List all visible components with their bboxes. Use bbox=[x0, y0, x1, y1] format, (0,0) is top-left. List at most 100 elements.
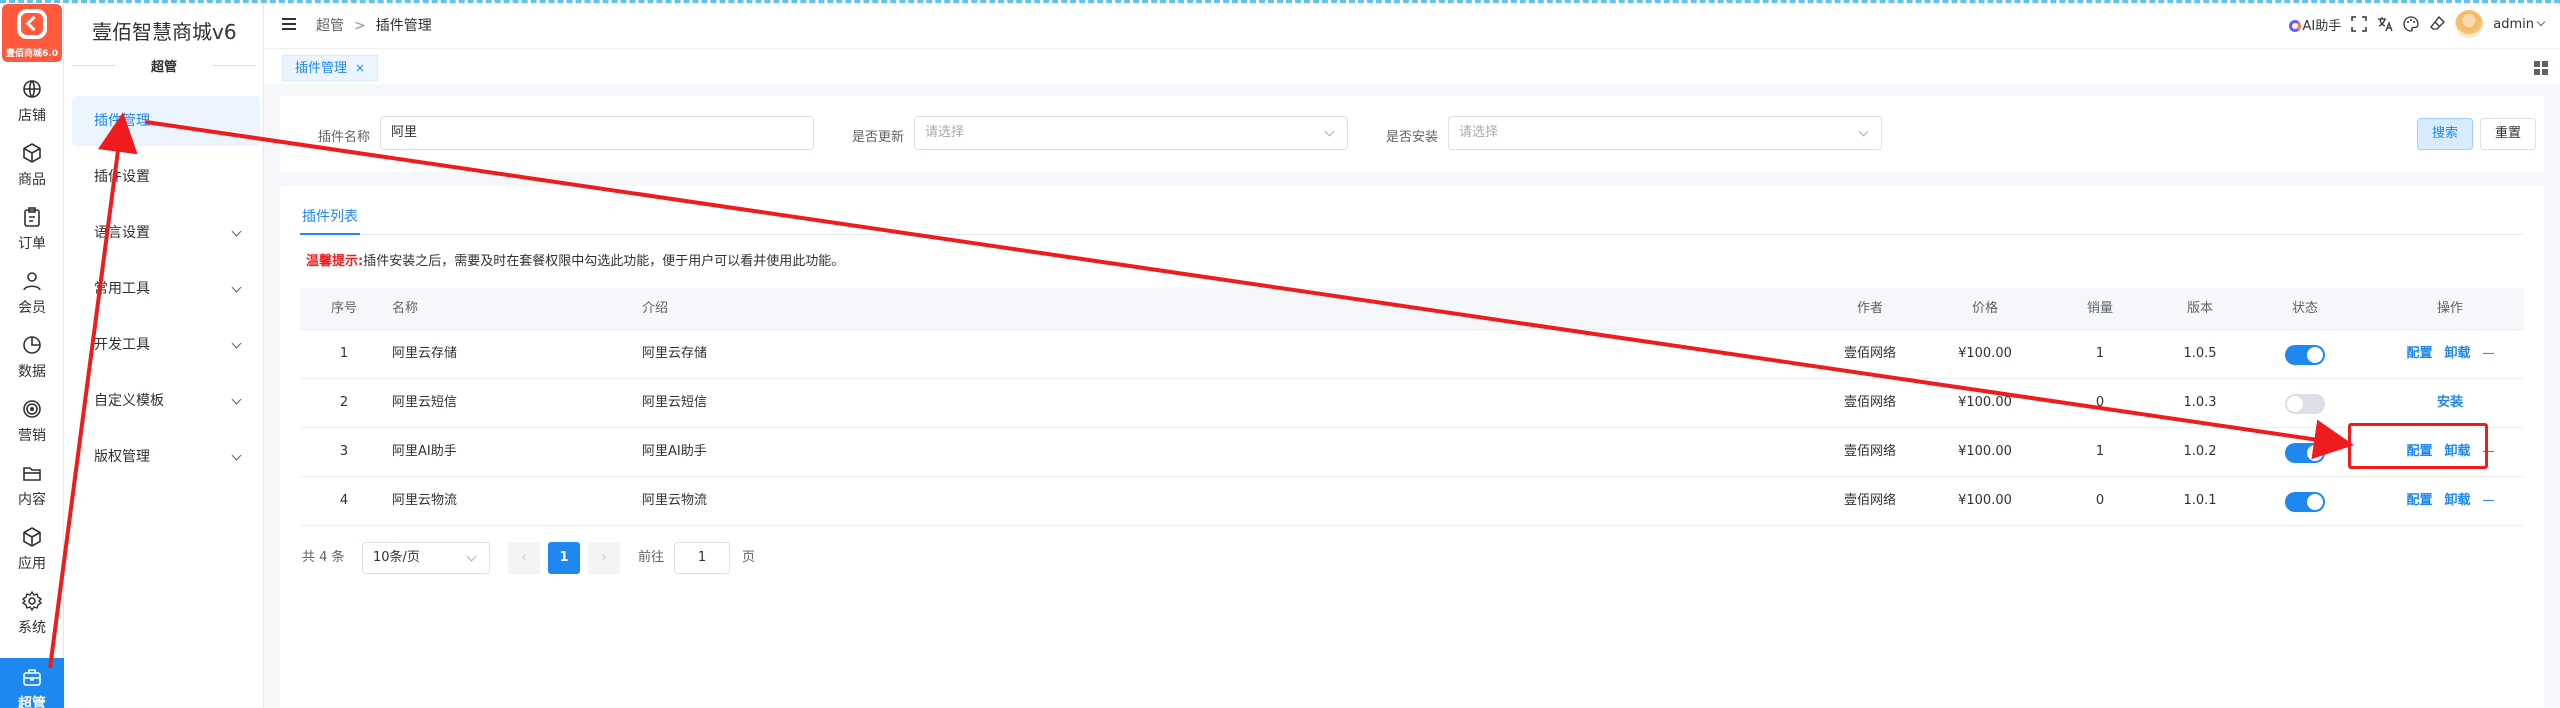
target-icon bbox=[23, 400, 41, 418]
translate-icon[interactable] bbox=[2377, 16, 2393, 32]
cell-author: 壹佰网络 bbox=[1843, 493, 1896, 508]
page-number-current[interactable]: 1 bbox=[548, 542, 580, 574]
chevron-down-icon bbox=[231, 282, 242, 293]
close-icon[interactable]: × bbox=[355, 61, 365, 75]
is-updated-placeholder: 请选择 bbox=[925, 125, 965, 140]
status-toggle[interactable] bbox=[2285, 443, 2325, 463]
goto-label: 前往 bbox=[638, 550, 665, 565]
theme-palette-icon[interactable] bbox=[2403, 16, 2419, 32]
column-header: 价格 bbox=[1971, 301, 1998, 316]
plugin-name-input[interactable]: 阿里 bbox=[380, 116, 814, 150]
rail-item[interactable]: 商品 bbox=[0, 134, 64, 196]
rail-item-label: 营销 bbox=[18, 428, 46, 444]
cell-version: 1.0.1 bbox=[2183, 493, 2217, 508]
menu-item[interactable]: 常用工具 bbox=[72, 264, 260, 314]
rail-item-label: 内容 bbox=[18, 492, 46, 508]
menu-item[interactable]: 开发工具 bbox=[72, 320, 260, 370]
cell-author: 壹佰网络 bbox=[1843, 395, 1896, 410]
breadcrumb-root[interactable]: 超管 bbox=[316, 18, 344, 34]
active-tab-indicator bbox=[300, 233, 360, 235]
is-updated-select[interactable]: 请选择 bbox=[914, 116, 1348, 150]
menu-item[interactable]: 自定义模板 bbox=[72, 376, 260, 426]
tip-key: 温馨提示: bbox=[306, 254, 364, 269]
status-toggle[interactable] bbox=[2285, 345, 2325, 365]
chevron-down-icon bbox=[231, 338, 242, 349]
is-updated-label: 是否更新 bbox=[852, 130, 905, 145]
cell-author: 壹佰网络 bbox=[1843, 444, 1896, 459]
reset-button[interactable]: 重置 bbox=[2480, 118, 2537, 150]
cell-price: ¥100.00 bbox=[1958, 493, 2012, 508]
filter-panel: 插件名称 阿里 是否更新 请选择 是否安装 请选择 搜索 重置 bbox=[280, 96, 2544, 172]
tab-plugin-management[interactable]: 插件管理 × bbox=[282, 55, 379, 81]
next-page-button[interactable]: › bbox=[588, 542, 620, 574]
logo-text: 壹佰商城6.0 bbox=[6, 49, 58, 59]
prev-page-button[interactable]: ‹ bbox=[508, 542, 540, 574]
user-menu[interactable]: admin bbox=[2493, 17, 2546, 32]
ai-assistant-button[interactable]: AI助手 bbox=[2288, 15, 2341, 34]
rail-item[interactable]: 数据 bbox=[0, 326, 64, 388]
tab-divider bbox=[300, 234, 2524, 235]
rail-item[interactable]: 超管 bbox=[0, 658, 64, 708]
menu-item[interactable]: 语言设置 bbox=[72, 208, 260, 258]
menu-toggle-icon[interactable] bbox=[282, 18, 296, 30]
status-toggle[interactable] bbox=[2285, 394, 2325, 414]
cell-price: ¥100.00 bbox=[1958, 395, 2012, 410]
tab-plugin-list[interactable]: 插件列表 bbox=[302, 206, 358, 226]
menu-item-label: 插件设置 bbox=[94, 169, 150, 185]
menu-item[interactable]: 插件设置 bbox=[72, 152, 260, 202]
page-size-select[interactable]: 10条/页 bbox=[362, 542, 490, 574]
cell-intro: 阿里云物流 bbox=[642, 493, 708, 508]
briefcase-icon bbox=[23, 669, 41, 686]
plugin-list-card: 插件列表 温馨提示:插件安装之后，需要及时在套餐权限中勾选此功能，便于用户可以看… bbox=[280, 186, 2544, 708]
cell-actions: 配置 卸载 --- bbox=[2390, 477, 2510, 525]
configure-link[interactable]: 配置 bbox=[2406, 346, 2432, 361]
rail-item-label: 超管 bbox=[18, 696, 46, 708]
grid-menu-icon[interactable] bbox=[2534, 61, 2548, 75]
cell-version: 1.0.3 bbox=[2183, 395, 2217, 410]
cell-price: ¥100.00 bbox=[1958, 444, 2012, 459]
rail-item[interactable]: 会员 bbox=[0, 262, 64, 324]
rail-item[interactable]: 订单 bbox=[0, 198, 64, 260]
rail-item[interactable]: 营销 bbox=[0, 390, 64, 452]
clear-cache-icon[interactable] bbox=[2429, 16, 2446, 32]
cell-intro: 阿里云短信 bbox=[642, 395, 708, 410]
fullscreen-icon[interactable] bbox=[2351, 16, 2368, 32]
goto-page-input[interactable]: 1 bbox=[674, 542, 730, 574]
uninstall-link[interactable]: 卸载 bbox=[2444, 493, 2470, 508]
cell-actions: 配置 卸载 --- bbox=[2390, 330, 2510, 378]
user-icon bbox=[23, 272, 41, 291]
cell-name: 阿里云短信 bbox=[392, 395, 458, 410]
status-toggle[interactable] bbox=[2285, 492, 2325, 512]
menu-item-label: 插件管理 bbox=[94, 113, 150, 129]
globe-icon bbox=[23, 80, 41, 98]
rail-item[interactable]: 内容 bbox=[0, 454, 64, 516]
rail-item-label: 订单 bbox=[18, 236, 46, 252]
avatar[interactable] bbox=[2455, 10, 2484, 38]
install-link[interactable]: 安装 bbox=[2437, 395, 2463, 410]
menu-item-label: 常用工具 bbox=[94, 281, 150, 297]
uninstall-link[interactable]: 卸载 bbox=[2444, 346, 2470, 361]
chevron-down-icon bbox=[2536, 17, 2546, 26]
cell-sales: 1 bbox=[2095, 444, 2105, 459]
cell-no: 3 bbox=[339, 444, 349, 459]
rail-item-label: 会员 bbox=[18, 300, 46, 316]
configure-link[interactable]: 配置 bbox=[2406, 493, 2432, 508]
rail-item[interactable]: 系统 bbox=[0, 582, 64, 644]
pie-chart-icon bbox=[23, 336, 41, 354]
cell-version: 1.0.5 bbox=[2183, 346, 2217, 361]
cell-name: 阿里AI助手 bbox=[392, 444, 457, 459]
is-installed-select[interactable]: 请选择 bbox=[1448, 116, 1882, 150]
more-actions-link[interactable]: --- bbox=[2482, 346, 2494, 361]
app-logo[interactable]: 壹佰商城6.0 bbox=[2, 4, 62, 62]
menu-item[interactable]: 版权管理 bbox=[72, 432, 260, 482]
search-button[interactable]: 搜索 bbox=[2417, 118, 2474, 150]
cell-sales: 0 bbox=[2095, 395, 2105, 410]
breadcrumb-current: 插件管理 bbox=[375, 18, 432, 34]
rail-item[interactable]: 应用 bbox=[0, 518, 64, 580]
cell-name: 阿里云物流 bbox=[392, 493, 458, 508]
rail-item-label: 系统 bbox=[18, 620, 46, 636]
menu-item[interactable]: 插件管理 bbox=[72, 96, 260, 146]
top-header: 超管 > 插件管理 AI助手 admin bbox=[264, 0, 2560, 48]
rail-item[interactable]: 店铺 bbox=[0, 70, 64, 132]
more-actions-link[interactable]: --- bbox=[2482, 493, 2494, 508]
